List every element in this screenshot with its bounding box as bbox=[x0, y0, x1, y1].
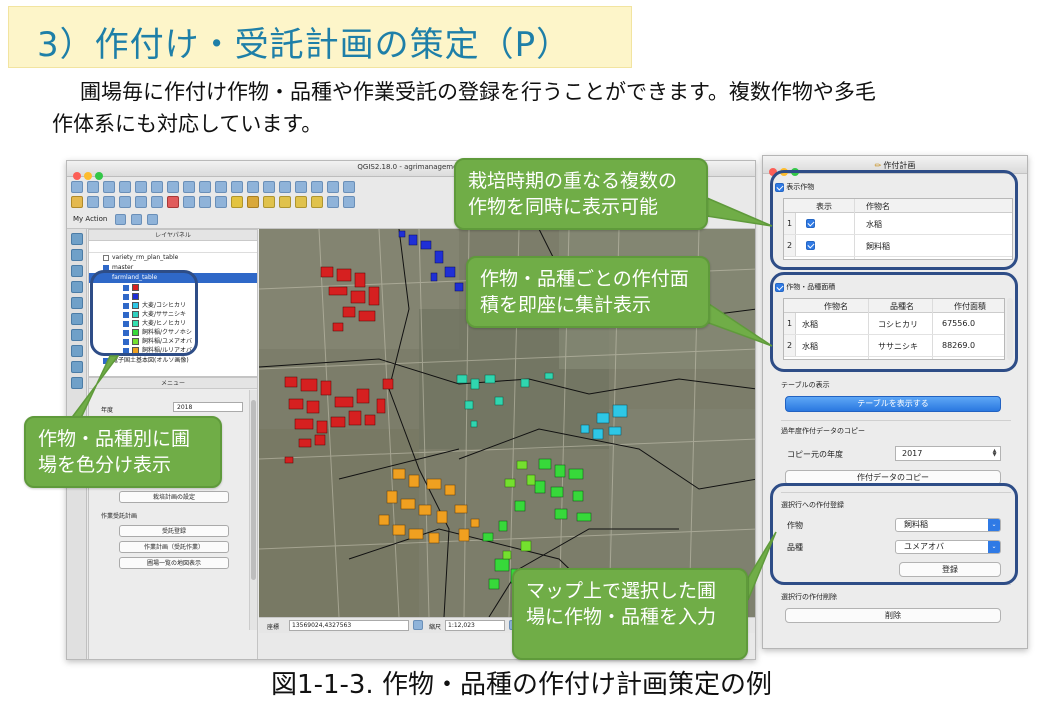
figure-caption: 図1-1-3. 作物・品種の作付け計画策定の例 bbox=[271, 670, 772, 700]
callout-area: 作物・品種ごとの作付面積を即座に集計表示 bbox=[466, 256, 710, 328]
callout-select: マップ上で選択した圃場に作物・品種を入力 bbox=[512, 568, 748, 660]
callout-overlap: 栽培時期の重なる複数の作物を同時に表示可能 bbox=[454, 158, 708, 230]
callout-color: 作物・品種別に圃場を色分け表示 bbox=[24, 416, 222, 488]
